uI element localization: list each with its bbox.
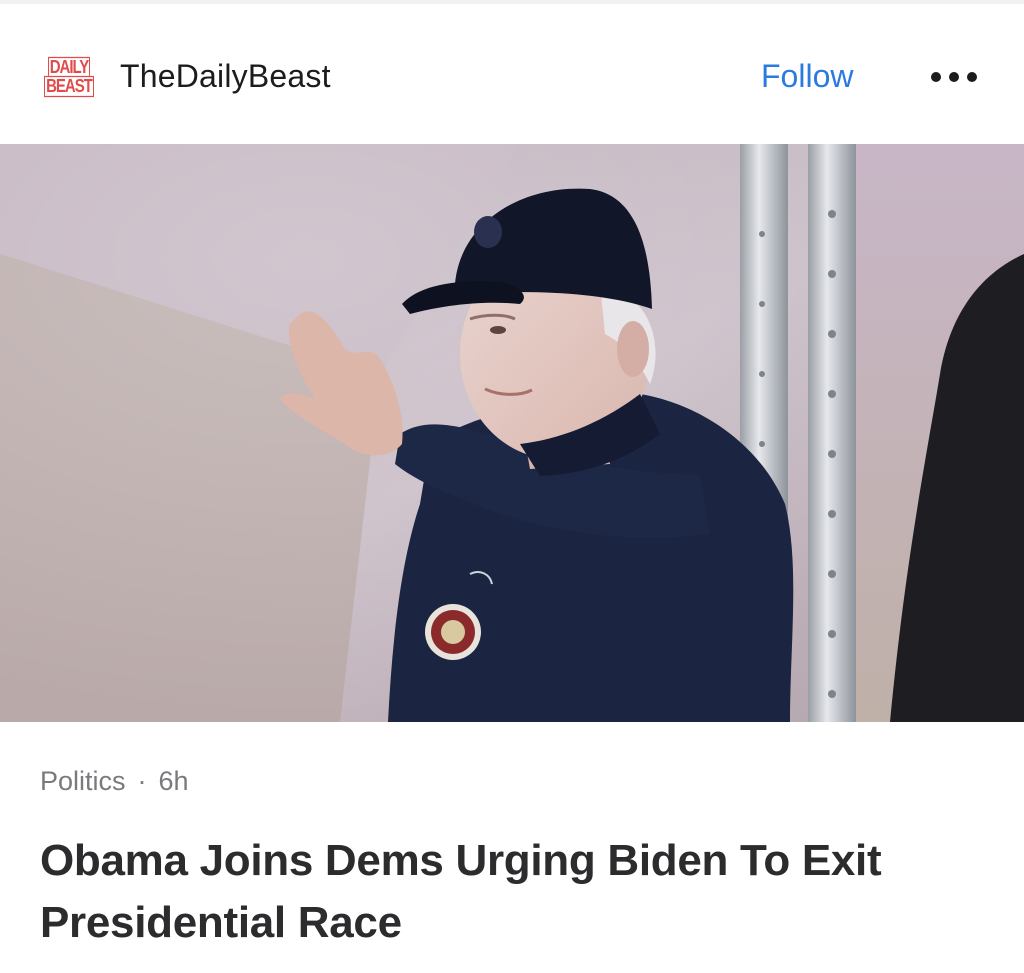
timestamp: 6h <box>158 766 189 796</box>
category-label[interactable]: Politics <box>40 766 126 796</box>
meta-separator: · <box>137 766 147 796</box>
article-photo[interactable] <box>0 144 1024 722</box>
source-logo[interactable]: DAILY BEAST <box>44 56 94 98</box>
source-header: DAILY BEAST TheDailyBeast Follow <box>0 4 1024 144</box>
article-meta: Politics · 6h <box>40 766 189 797</box>
source-name[interactable]: TheDailyBeast <box>120 58 331 95</box>
article-card[interactable]: DAILY BEAST TheDailyBeast Follow Politic… <box>0 0 1024 973</box>
more-dots-icon[interactable] <box>928 64 980 90</box>
article-headline[interactable]: Obama Joins Dems Urging Biden To Exit Pr… <box>40 830 990 954</box>
follow-button[interactable]: Follow <box>761 58 853 95</box>
logo-line-2: BEAST <box>44 75 94 98</box>
